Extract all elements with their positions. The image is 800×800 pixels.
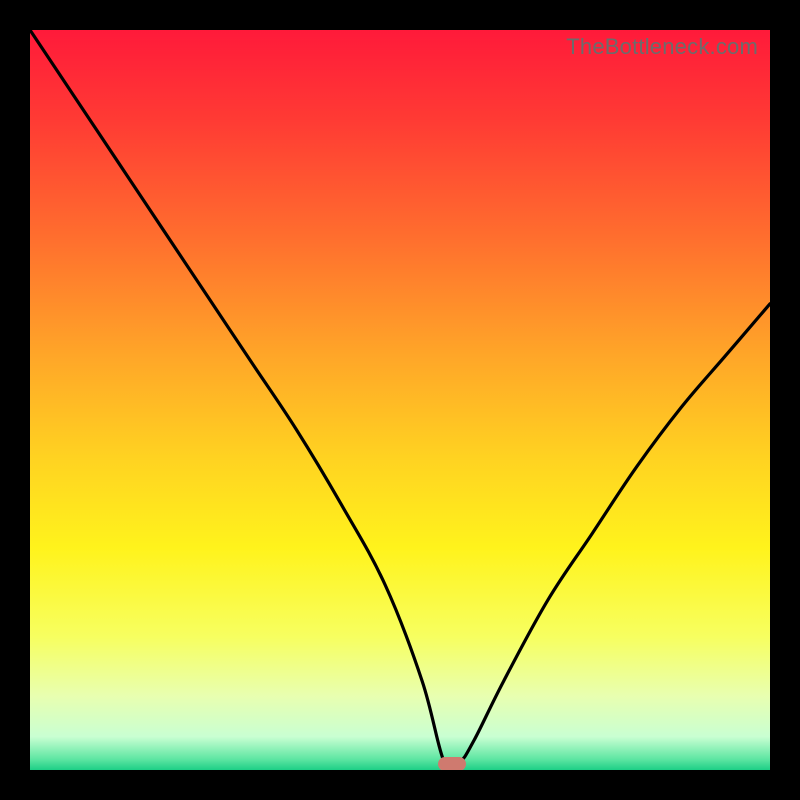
optimum-marker [438,757,466,770]
bottleneck-curve [30,30,770,770]
watermark-text: TheBottleneck.com [566,34,758,60]
plot-area: TheBottleneck.com [30,30,770,770]
chart-frame: TheBottleneck.com [0,0,800,800]
